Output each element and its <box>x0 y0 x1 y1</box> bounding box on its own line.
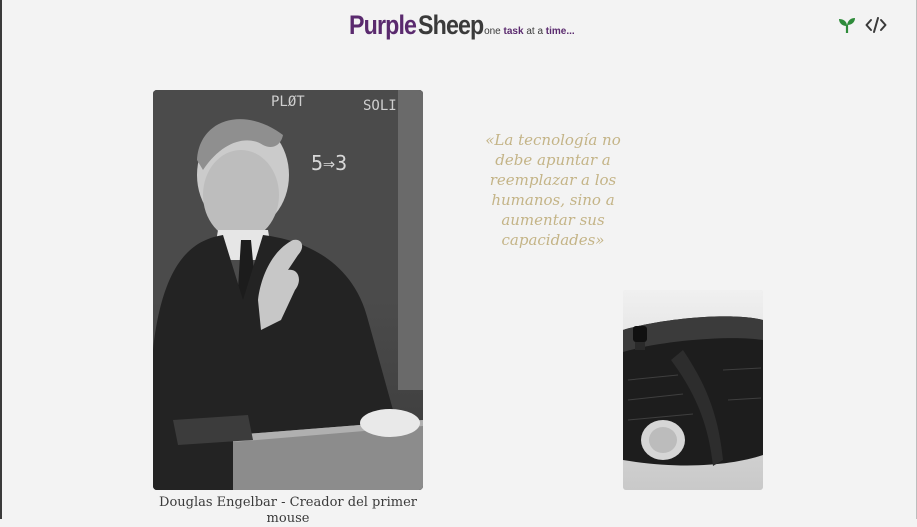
tagline-task: task <box>503 26 524 37</box>
header-icons <box>836 14 887 36</box>
brand-logo[interactable]: Purple Sheep one task at a time... <box>349 10 575 41</box>
code-icon[interactable] <box>865 14 887 36</box>
first-mouse-photo <box>623 290 763 490</box>
tagline-time: time... <box>545 26 575 37</box>
svg-text:PLØT: PLØT <box>271 94 305 110</box>
photo-caption: Douglas Engelbar - Creador del primer mo… <box>159 495 417 526</box>
svg-text:5⇒3: 5⇒3 <box>311 151 347 175</box>
tagline-middle: at a <box>523 26 546 37</box>
tagline-prefix: one <box>484 26 504 37</box>
svg-text:SOLI: SOLI <box>363 98 397 114</box>
window-left-border <box>0 0 2 519</box>
sprout-icon[interactable] <box>836 14 858 36</box>
brand-name-purple: Purple <box>349 10 417 40</box>
engelbart-quote: «La tecnología no debe apuntar a reempla… <box>485 131 621 249</box>
brand-name-sheep: Sheep <box>418 10 484 40</box>
brand-tagline: one task at a time... <box>484 26 575 37</box>
engelbart-photo: PLØT SOLI 5⇒3 <box>153 90 423 490</box>
